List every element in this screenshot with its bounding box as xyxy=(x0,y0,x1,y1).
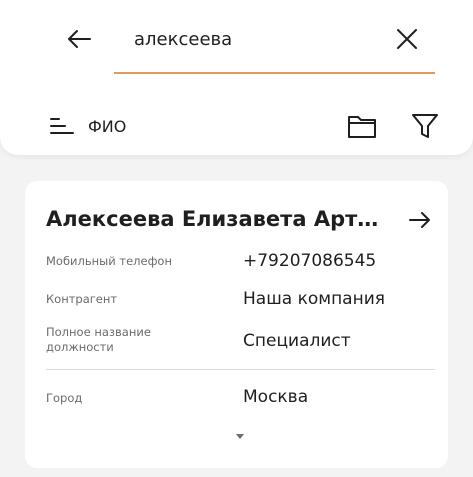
counterparty-label: Контрагент xyxy=(46,292,118,306)
sort-lines-icon xyxy=(50,118,74,134)
open-contact-button[interactable] xyxy=(407,207,433,233)
contact-name: Алексеева Елизавета Артёмовна xyxy=(46,207,386,231)
close-icon xyxy=(397,29,417,49)
search-underline xyxy=(114,72,435,74)
phone-label: Мобильный телефон xyxy=(46,254,172,268)
arrow-left-icon xyxy=(68,30,91,48)
filter-funnel-icon xyxy=(412,114,438,138)
search-input[interactable] xyxy=(134,22,374,56)
filter-button[interactable] xyxy=(410,110,440,140)
position-value: Специалист xyxy=(243,331,351,351)
sort-button[interactable]: ФИО xyxy=(48,112,158,140)
back-button[interactable] xyxy=(62,22,96,56)
caret-down-icon xyxy=(236,434,244,439)
sort-label: ФИО xyxy=(88,116,127,136)
search-header: ФИО xyxy=(0,0,473,155)
arrow-right-icon xyxy=(409,212,430,228)
folder-icon xyxy=(348,116,376,138)
city-label: Город xyxy=(46,391,83,405)
city-value: Москва xyxy=(243,387,309,407)
position-label: Полное название должности xyxy=(46,325,151,354)
divider xyxy=(46,369,435,370)
counterparty-value: Наша компания xyxy=(243,289,385,309)
expand-button[interactable] xyxy=(228,428,252,440)
phone-value[interactable]: +79207086545 xyxy=(243,251,376,271)
contact-card[interactable]: Алексеева Елизавета Артёмовна Мобильный … xyxy=(25,181,448,468)
folder-button[interactable] xyxy=(346,112,378,140)
clear-search-button[interactable] xyxy=(392,22,422,56)
